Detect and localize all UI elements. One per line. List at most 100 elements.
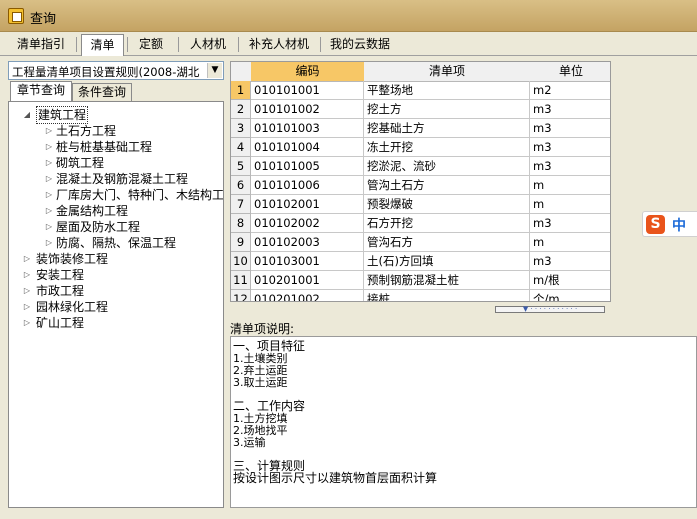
description-line: 3.取土运距 — [233, 376, 288, 389]
tree-node-label: 市政工程 — [36, 284, 85, 298]
expand-triangle-icon[interactable]: ▷ — [45, 219, 53, 235]
cell-item[interactable]: 接桩 — [364, 290, 530, 301]
column-header-code[interactable]: 编码 — [251, 62, 365, 82]
row-number[interactable]: 1 — [231, 81, 251, 100]
tree-node-label: 安装工程 — [36, 268, 85, 282]
row-number[interactable]: 3 — [231, 119, 251, 138]
expand-triangle-icon[interactable]: ▷ — [45, 235, 53, 251]
tab-my-cloud-data[interactable]: 我的云数据 — [324, 34, 396, 55]
column-header-unit[interactable]: 单位 — [530, 62, 610, 82]
row-number[interactable]: 11 — [231, 271, 251, 290]
tab-separator — [320, 37, 321, 52]
cell-unit[interactable]: m2 — [530, 81, 610, 100]
cell-unit[interactable]: m — [530, 195, 610, 214]
row-number[interactable]: 8 — [231, 214, 251, 233]
cell-unit[interactable]: m3 — [530, 252, 610, 271]
cell-unit[interactable]: m3 — [530, 138, 610, 157]
column-header-item[interactable]: 清单项 — [364, 62, 531, 82]
cell-item[interactable]: 平整场地 — [364, 81, 530, 100]
cell-code[interactable]: 010103001 — [251, 252, 364, 271]
cell-item[interactable]: 预制钢筋混凝土桩 — [364, 271, 530, 290]
cell-code[interactable]: 010101003 — [251, 119, 364, 138]
cell-code[interactable]: 010102001 — [251, 195, 364, 214]
subtab-chapter-query[interactable]: 章节查询 — [10, 81, 72, 103]
splitter-grip-icon[interactable]: ▼ · · · · · · · · · · · — [495, 306, 605, 313]
cell-item[interactable]: 预裂爆破 — [364, 195, 530, 214]
title-bar: 查询 — [0, 0, 697, 32]
cell-item[interactable]: 管沟土石方 — [364, 176, 530, 195]
chevron-down-icon[interactable]: ▼ — [207, 63, 222, 78]
tree-node-label: 混凝土及钢筋混凝土工程 — [56, 172, 189, 186]
collapse-triangle-icon[interactable]: ◢ — [23, 107, 31, 123]
tab-buchong-rencaiji[interactable]: 补充人材机 — [243, 34, 315, 55]
cell-item[interactable]: 土(石)方回填 — [364, 252, 530, 271]
cell-unit[interactable]: m3 — [530, 157, 610, 176]
row-number[interactable]: 2 — [231, 100, 251, 119]
cell-code[interactable]: 010101004 — [251, 138, 364, 157]
expand-triangle-icon[interactable]: ▷ — [23, 299, 31, 315]
cell-code[interactable]: 010201002 — [251, 290, 364, 301]
cell-item[interactable]: 石方开挖 — [364, 214, 530, 233]
tree-node-label: 砌筑工程 — [56, 156, 105, 170]
rule-select-value: 工程量清单项目设置规则(2008-湖北 — [12, 65, 200, 79]
cell-code[interactable]: 010102002 — [251, 214, 364, 233]
cell-unit[interactable]: m3 — [530, 214, 610, 233]
cell-unit[interactable]: m/根 — [530, 271, 610, 290]
tab-separator — [127, 37, 128, 52]
cell-item[interactable]: 管沟石方 — [364, 233, 530, 252]
description-panel: 一、项目特征 1.土壤类别 2.弃土运距 3.取土运距 二、工作内容 1.土方挖填 2.场地… — [230, 336, 697, 508]
description-line: 按设计图示尺寸以建筑物首层面积计算 — [233, 471, 438, 485]
expand-triangle-icon[interactable]: ▷ — [23, 283, 31, 299]
tab-separator — [178, 37, 179, 52]
expand-triangle-icon[interactable]: ▷ — [45, 187, 53, 203]
cell-code[interactable]: 010101002 — [251, 100, 364, 119]
pane-splitter[interactable]: ▼ · · · · · · · · · · · — [230, 302, 611, 316]
cell-unit[interactable]: 个/m — [530, 290, 610, 301]
tree-node-label: 防腐、隔热、保温工程 — [56, 236, 177, 250]
cell-code[interactable]: 010201001 — [251, 271, 364, 290]
cell-unit[interactable]: m3 — [530, 119, 610, 138]
expand-triangle-icon[interactable]: ▷ — [45, 203, 53, 219]
tree-node-label: 桩与桩基基础工程 — [56, 140, 153, 154]
ime-language-toggle[interactable]: 中 — [672, 215, 686, 235]
row-number[interactable]: 9 — [231, 233, 251, 252]
cell-code[interactable]: 010102003 — [251, 233, 364, 252]
expand-triangle-icon[interactable]: ▷ — [45, 171, 53, 187]
cell-item[interactable]: 挖土方 — [364, 100, 530, 119]
cell-code[interactable]: 010101005 — [251, 157, 364, 176]
expand-triangle-icon[interactable]: ▷ — [23, 251, 31, 267]
tab-qingdan[interactable]: 清单 — [81, 34, 124, 56]
row-number[interactable]: 6 — [231, 176, 251, 195]
cell-item[interactable]: 挖淤泥、流砂 — [364, 157, 530, 176]
expand-triangle-icon[interactable]: ▷ — [45, 139, 53, 155]
rule-select[interactable]: 工程量清单项目设置规则(2008-湖北 ▼ — [8, 61, 224, 80]
cell-item[interactable]: 挖基础土方 — [364, 119, 530, 138]
expand-triangle-icon[interactable]: ▷ — [23, 315, 31, 331]
tab-rencaiji[interactable]: 人材机 — [182, 34, 234, 55]
chapter-tree: ◢ 建筑工程 ▷ 土石方工程 ▷ 桩与桩基基础工程 ▷ 砌筑工程 ▷ 混凝土及钢… — [8, 101, 224, 508]
row-number[interactable]: 10 — [231, 252, 251, 271]
cell-unit[interactable]: m — [530, 233, 610, 252]
tab-bar: 清单指引 清单 定额 人材机 补充人材机 我的云数据 — [0, 32, 697, 56]
tab-qingdan-zhiyin[interactable]: 清单指引 — [8, 34, 74, 55]
row-number[interactable]: 12 — [231, 290, 251, 301]
ime-toolbar[interactable]: S 中 — [642, 211, 697, 237]
row-number[interactable]: 5 — [231, 157, 251, 176]
tab-separator — [76, 37, 77, 52]
window-title: 查询 — [30, 12, 57, 27]
expand-triangle-icon[interactable]: ▷ — [23, 267, 31, 283]
subtab-condition-query[interactable]: 条件查询 — [72, 83, 132, 102]
cell-item[interactable]: 冻土开挖 — [364, 138, 530, 157]
cell-unit[interactable]: m3 — [530, 100, 610, 119]
expand-triangle-icon[interactable]: ▷ — [45, 155, 53, 171]
cell-code[interactable]: 010101001 — [251, 81, 364, 100]
row-number[interactable]: 4 — [231, 138, 251, 157]
sogou-logo-icon[interactable]: S — [646, 215, 665, 234]
bill-items-grid: 编码 清单项 单位 1 010101001 平整场地 m2 2 010101002 挖土方 m… — [230, 61, 611, 302]
tree-node-label: 土石方工程 — [56, 124, 117, 138]
row-number[interactable]: 7 — [231, 195, 251, 214]
cell-unit[interactable]: m — [530, 176, 610, 195]
tab-dinge[interactable]: 定额 — [130, 34, 172, 55]
cell-code[interactable]: 010101006 — [251, 176, 364, 195]
expand-triangle-icon[interactable]: ▷ — [45, 123, 53, 139]
